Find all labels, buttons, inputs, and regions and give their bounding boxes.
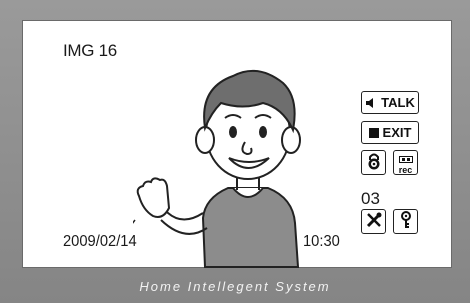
video-screen: IMG 16 TALK EXIT rec 03 2009/02/14 10:30 [22,20,452,268]
key-icon [399,211,413,232]
talk-button[interactable]: TALK [361,91,419,114]
intercom-frame: IMG 16 TALK EXIT rec 03 2009/02/14 10:30… [0,0,470,303]
exit-button[interactable]: EXIT [361,121,419,144]
talk-label: TALK [381,95,415,110]
tools-icon [365,211,383,232]
key-button[interactable] [393,209,418,234]
padlock-icon [365,152,383,173]
message-counter: 03 [361,189,380,208]
unlock-button[interactable] [361,150,386,175]
brand-footer: Home Intellegent System [139,279,331,294]
time-display: 10:30 [303,233,340,250]
speaker-icon [365,97,377,109]
record-icon [398,151,413,166]
image-label: IMG 16 [63,41,117,60]
settings-button[interactable] [361,209,386,234]
record-button[interactable]: rec [393,150,418,175]
exit-label: EXIT [382,125,412,140]
record-label: rec [398,164,413,175]
date-display: 2009/02/14 [63,233,137,250]
stop-square-icon [368,127,379,138]
